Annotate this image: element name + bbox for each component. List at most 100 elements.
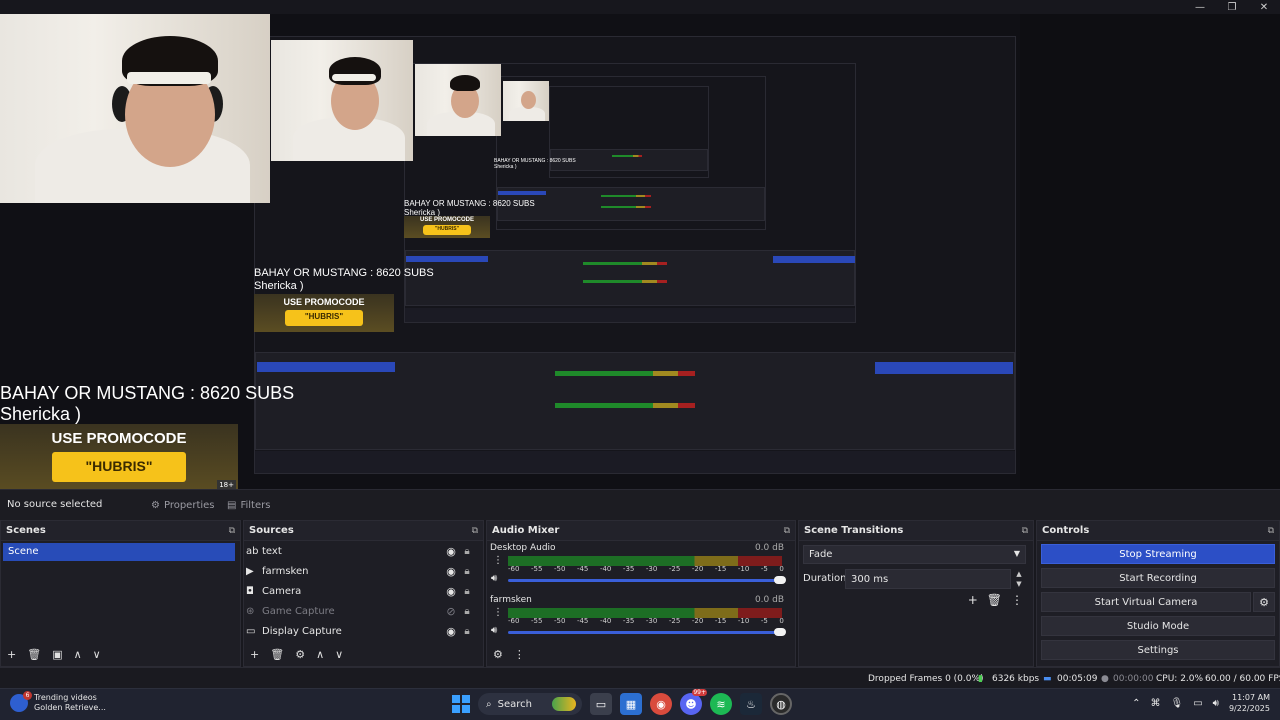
clock[interactable]: 11:07 AM 9/22/2025 [1229, 693, 1270, 715]
move-down-button[interactable]: ∨ [335, 648, 343, 661]
move-down-button[interactable]: ∨ [93, 648, 101, 661]
overlay-subtitle-nested-1: Shericka ) [254, 279, 304, 292]
filters-scene-button[interactable]: ▣ [52, 648, 62, 661]
channel-menu-icon[interactable]: ⋮ [493, 555, 503, 566]
studio-mode-button[interactable]: Studio Mode [1041, 616, 1275, 636]
chevron-up-icon[interactable]: ⌃ [1132, 698, 1140, 709]
properties-button[interactable]: ⚙ Properties [151, 497, 215, 514]
taskbar-apps: ⌕ Search ▭ ▦ ◉ ☻ 99+ ≋ ♨ ◍ [452, 689, 792, 715]
microphone-icon[interactable]: 🎙︎ [1171, 698, 1184, 709]
remove-scene-button[interactable]: 🗑 [27, 648, 41, 661]
volume-slider[interactable] [508, 628, 786, 636]
volume-icon[interactable]: 🔊︎ [1213, 698, 1219, 709]
chrome-icon[interactable]: ◉ [650, 693, 672, 715]
speaker-icon[interactable]: 🔊︎ [491, 573, 497, 584]
lock-icon[interactable]: 🔒︎ [459, 626, 475, 637]
start-virtual-camera-button[interactable]: Start Virtual Camera [1041, 592, 1251, 612]
dock-float-icon[interactable]: ⧉ [229, 526, 235, 536]
maximize-button[interactable]: ❐ [1216, 0, 1248, 14]
promo-line2-nested-2: "HUBRIS" [435, 226, 459, 232]
duration-stepper[interactable]: ▲ ▼ [1012, 569, 1026, 589]
hidden-eye-icon[interactable]: ⊘ [443, 605, 459, 618]
remove-source-button[interactable]: 🗑 [270, 648, 284, 661]
add-transition-button[interactable]: + [968, 593, 978, 607]
nested-scene-highlight-1 [257, 362, 395, 372]
lock-icon[interactable]: 🔒︎ [459, 606, 475, 617]
stop-streaming-button[interactable]: Stop Streaming [1041, 544, 1275, 564]
source-row-text[interactable]: ab text ◉ 🔒︎ [246, 542, 475, 561]
title-bar: — ❐ ✕ [0, 0, 1280, 14]
widgets-icon: 6 [10, 691, 32, 712]
add-scene-button[interactable]: + [7, 648, 16, 661]
move-up-button[interactable]: ∧ [316, 648, 324, 661]
speaker-icon[interactable]: 🔊︎ [491, 625, 497, 636]
steam-icon[interactable]: ♨ [740, 693, 762, 715]
source-properties-button[interactable]: ⚙ [295, 648, 305, 661]
remove-transition-button[interactable]: 🗑 [987, 593, 1002, 607]
promo-line2: "HUBRIS" [85, 458, 153, 474]
mixer-menu-icon[interactable]: ⋮ [514, 648, 525, 661]
dock-float-icon[interactable]: ⧉ [1268, 526, 1274, 536]
display-icon[interactable]: ▭ [1193, 698, 1202, 709]
move-up-button[interactable]: ∧ [74, 648, 82, 661]
duration-input[interactable]: 300 ms [845, 569, 1011, 589]
volume-slider-knob[interactable] [774, 628, 786, 636]
close-button[interactable]: ✕ [1248, 0, 1280, 14]
lock-icon[interactable]: 🔒︎ [459, 546, 475, 557]
visibility-eye-icon[interactable]: ◉ [443, 565, 459, 578]
lock-icon[interactable]: 🔒︎ [459, 566, 475, 577]
visibility-eye-icon[interactable]: ◉ [443, 625, 459, 638]
chevron-down-icon: ▼ [1013, 549, 1020, 558]
mixer-footer: ⚙ ⋮ [487, 642, 795, 666]
channel-name: farmsken [490, 595, 532, 605]
volume-slider[interactable] [508, 576, 786, 584]
widgets-notification[interactable]: 6 Trending videos Golden Retrieve... [10, 691, 106, 713]
text-icon: ab [246, 546, 259, 557]
search-icon: ⌕ [486, 698, 492, 710]
visibility-eye-icon[interactable]: ◉ [443, 585, 459, 598]
transition-tools: + 🗑 ⋮ [968, 593, 1023, 607]
advanced-audio-icon[interactable]: ⚙ [493, 648, 503, 661]
start-recording-button[interactable]: Start Recording [1041, 568, 1275, 588]
lock-icon[interactable]: 🔒︎ [459, 586, 475, 597]
scenes-header: Scenes ⧉ [1, 521, 240, 541]
source-row-farmsken[interactable]: ▶ farmsken ◉ 🔒︎ [246, 562, 475, 581]
windows-start-icon[interactable] [452, 695, 470, 713]
network-icon[interactable]: ⌘ [1151, 698, 1161, 709]
webcam-source-nested-3 [503, 81, 549, 121]
properties-label: Properties [163, 500, 215, 511]
preview-canvas[interactable]: BAHAY OR MUSTANG : 8620 SUBS Shericka ) … [0, 14, 1020, 492]
source-row-camera[interactable]: ◘ Camera ◉ 🔒︎ [246, 582, 475, 601]
dock-float-icon[interactable]: ⧉ [784, 526, 790, 536]
filters-button[interactable]: ▤ Filters [227, 497, 270, 514]
virtual-camera-settings-gear-icon[interactable]: ⚙ [1253, 592, 1275, 612]
system-tray: ⌃ ⌘ 🎙︎ ▭ 🔊︎ 11:07 AM 9/22/2025 [1132, 693, 1270, 715]
volume-slider-knob[interactable] [774, 576, 786, 584]
bitrate: 6326 kbps [992, 674, 1040, 684]
taskbar-search[interactable]: ⌕ Search [478, 693, 582, 715]
settings-button[interactable]: Settings [1041, 640, 1275, 660]
dropped-frames: Dropped Frames 0 (0.0%) [868, 674, 984, 684]
monitor-icon: ▭ [246, 626, 256, 637]
nested-taskbar-1 [255, 451, 1015, 473]
visibility-eye-icon[interactable]: ◉ [443, 545, 459, 558]
dock-float-icon[interactable]: ⧉ [472, 526, 478, 536]
task-view-icon[interactable]: ▭ [590, 693, 612, 715]
discord-icon[interactable]: ☻ 99+ [680, 689, 707, 715]
channel-menu-icon[interactable]: ⋮ [493, 607, 503, 618]
minimize-button[interactable]: — [1184, 0, 1216, 14]
transition-menu-icon[interactable]: ⋮ [1011, 593, 1023, 607]
overlay-subtitle-nested-3: Shericka ) [494, 163, 517, 170]
dock-float-icon[interactable]: ⧉ [1022, 526, 1028, 536]
overlay-title: BAHAY OR MUSTANG : 8620 SUBS [0, 383, 295, 403]
preview-area[interactable]: BAHAY OR MUSTANG : 8620 SUBS Shericka ) … [0, 14, 1280, 492]
scene-item[interactable]: Scene [3, 543, 235, 561]
status-bar: Dropped Frames 0 (0.0%) ▮ 6326 kbps ▬ 00… [0, 667, 1280, 688]
transition-select[interactable]: Fade ▼ [803, 545, 1026, 564]
source-row-game-capture[interactable]: ⊛ Game Capture ⊘ 🔒︎ [246, 602, 475, 621]
obs-icon[interactable]: ◍ [770, 693, 792, 715]
source-row-display-capture[interactable]: ▭ Display Capture ◉ 🔒︎ [246, 622, 475, 641]
add-source-button[interactable]: + [250, 648, 259, 661]
store-icon[interactable]: ▦ [620, 693, 642, 715]
spotify-icon[interactable]: ≋ [710, 693, 732, 715]
